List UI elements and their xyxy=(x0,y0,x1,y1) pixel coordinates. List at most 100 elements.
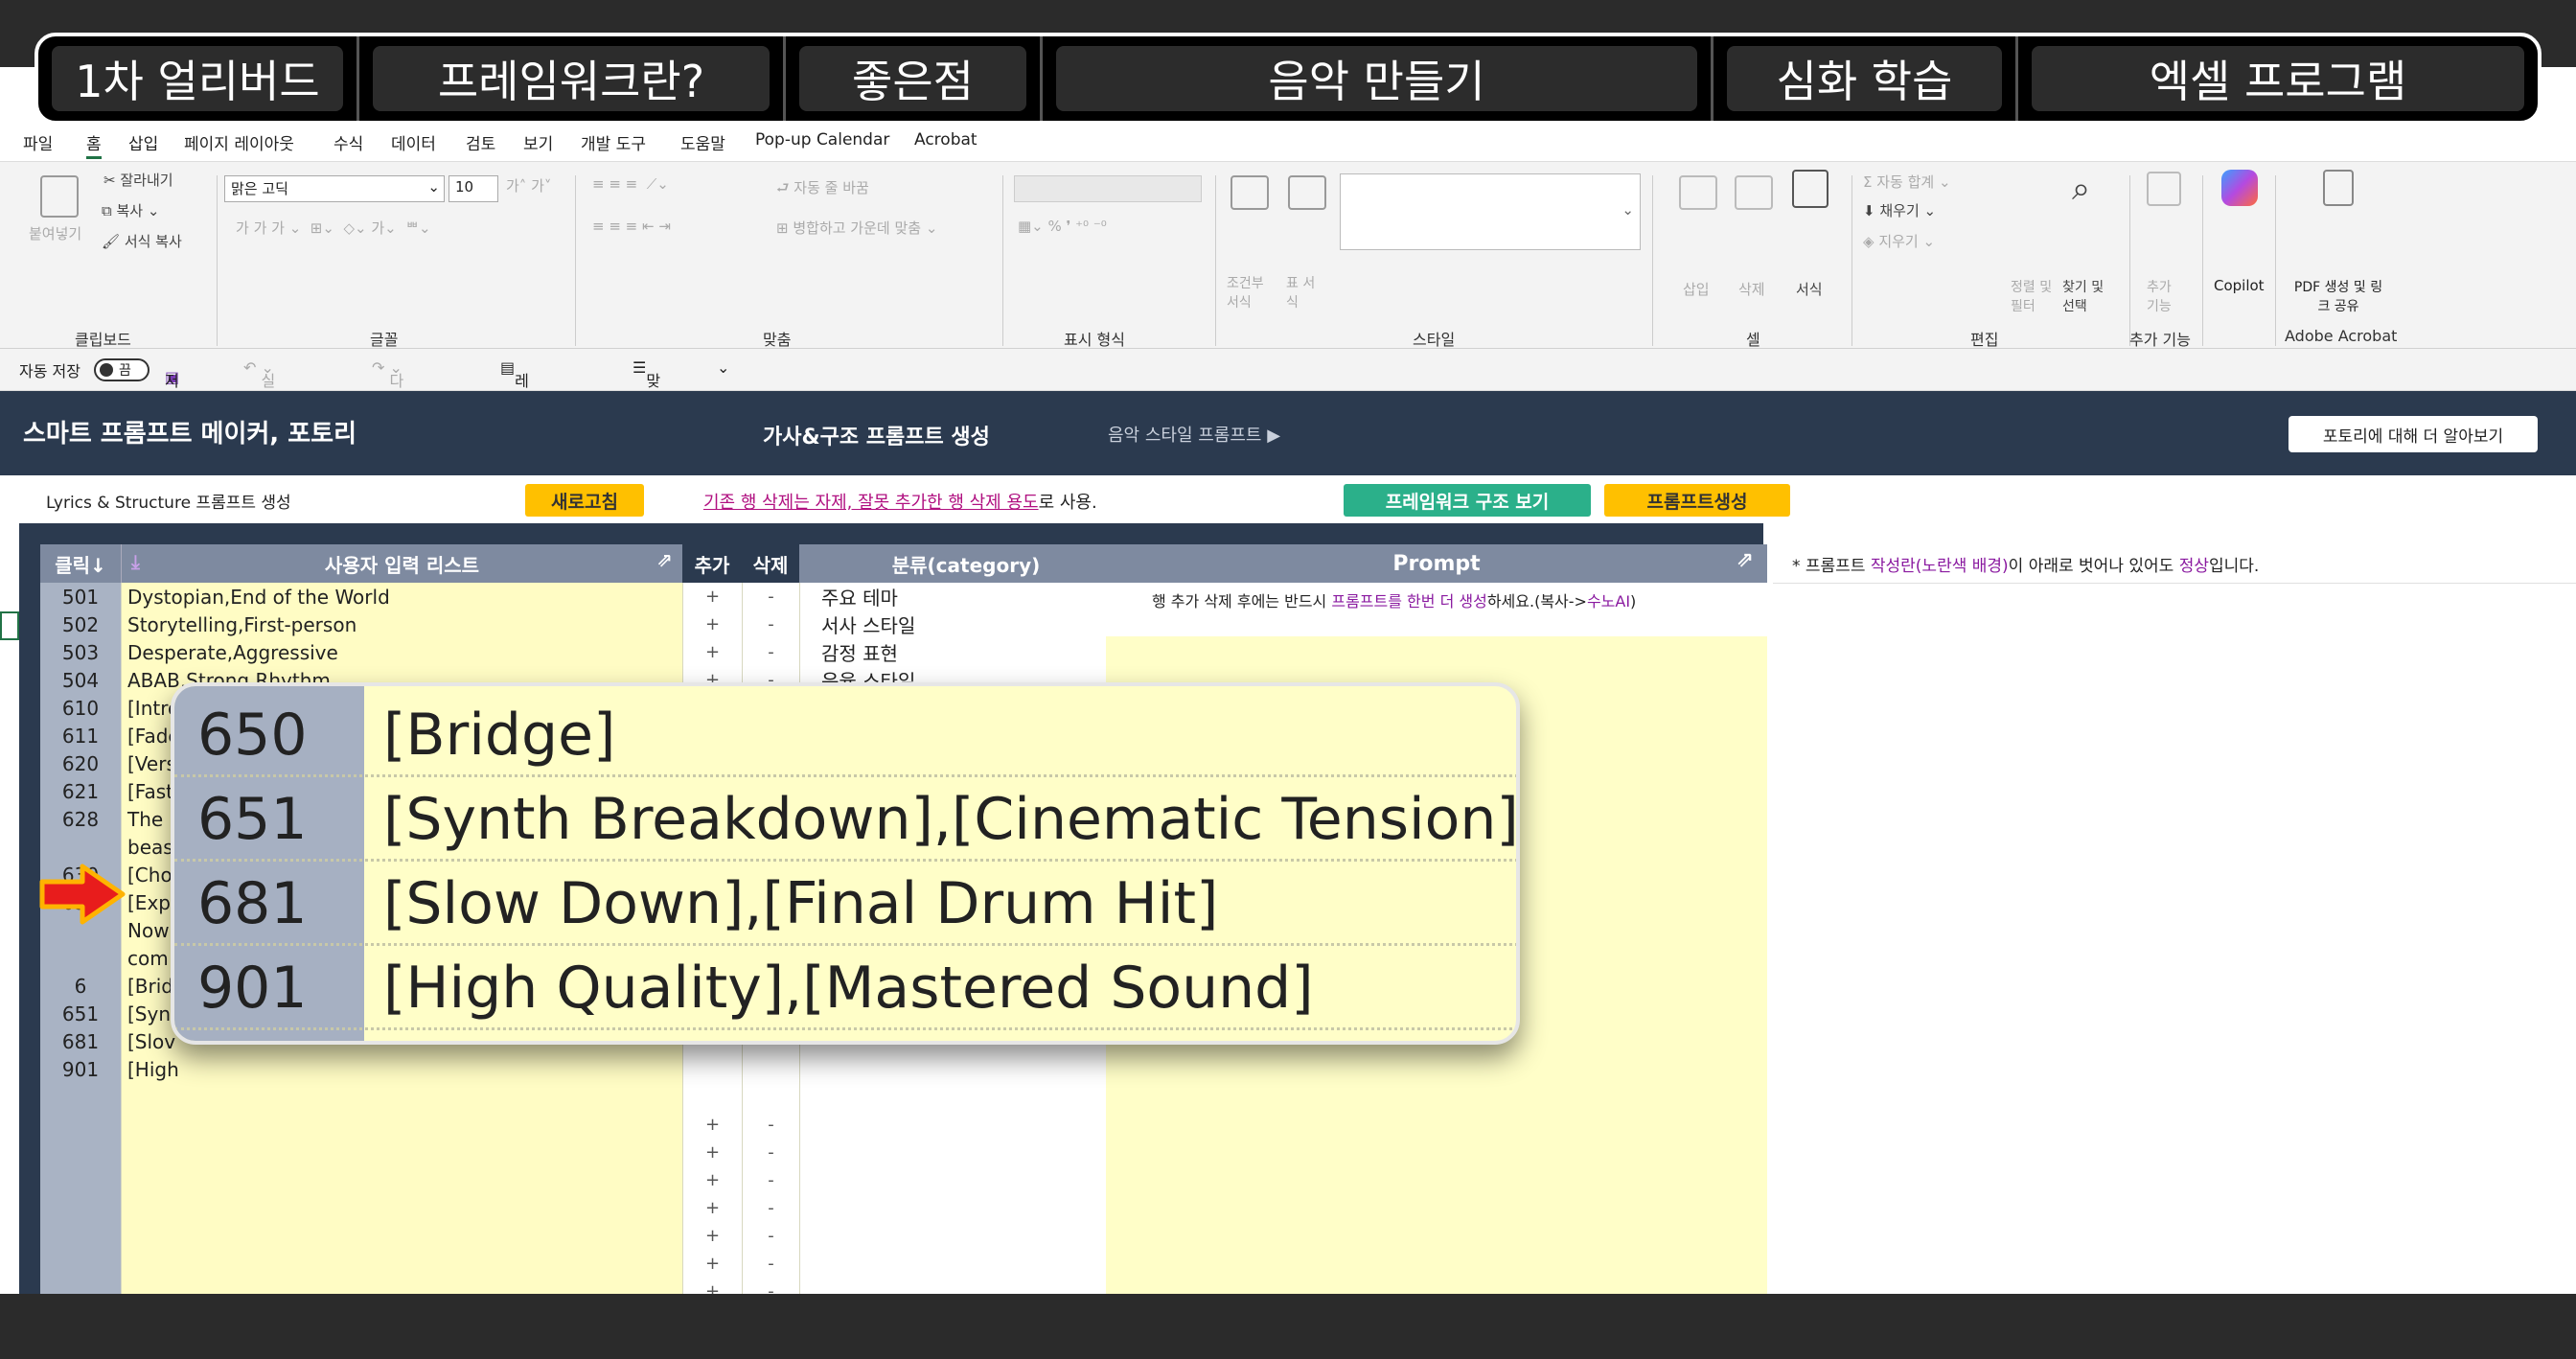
refresh-button[interactable]: 새로고침 xyxy=(525,484,644,517)
export-prompt-icon[interactable]: ⇗ xyxy=(1736,548,1754,572)
vertical-align-icons[interactable]: ≡ ≡ ≡ ⟋⌄ xyxy=(592,175,669,193)
cut-button[interactable]: ✂ 잘라내기 xyxy=(104,170,173,190)
chapter-tab-framework[interactable]: 프레임워크란? xyxy=(359,36,786,121)
user-input-cell[interactable] xyxy=(121,1139,682,1166)
user-input-cell[interactable]: Dystopian,End of the World xyxy=(121,583,682,610)
font-grow-icon[interactable]: 가˄ 가˅ xyxy=(506,175,551,196)
export-icon[interactable]: ⇗ xyxy=(656,548,673,571)
view-framework-button[interactable]: 프레임워크 구조 보기 xyxy=(1344,484,1591,517)
format-cells-icon[interactable] xyxy=(1792,170,1828,208)
conditional-format-icon[interactable] xyxy=(1230,175,1269,210)
tab-insert[interactable]: 삽입 xyxy=(128,130,158,154)
chapter-tab-excel[interactable]: 엑셀 프로그램 xyxy=(2018,36,2538,121)
tab-review[interactable]: 검토 xyxy=(466,130,495,154)
sort-filter-label[interactable]: 정렬 및 필터 xyxy=(2011,277,2060,315)
find-select-label[interactable]: 찾기 및 선택 xyxy=(2062,277,2120,315)
record-manage-button[interactable]: ▤ 레코드 관리 xyxy=(500,358,529,482)
learn-more-button[interactable]: 포토리에 대해 더 알아보기 xyxy=(2288,416,2538,452)
wrap-text-button[interactable]: ⮐ 자동 줄 바꿈 xyxy=(776,177,869,202)
autosum-button[interactable]: Σ 자동 합계 ⌄ xyxy=(1863,172,1951,192)
redo-button[interactable]: ↷ 다시 실행 ⌄ xyxy=(372,358,403,459)
tab-page-layout[interactable]: 페이지 레이아웃 xyxy=(184,130,294,154)
user-input-cell[interactable] xyxy=(121,1250,682,1278)
copy-button[interactable]: ⧉ 복사 ⌄ xyxy=(102,200,159,220)
add-row-cell[interactable]: + xyxy=(682,1166,742,1194)
delete-row-cell[interactable]: - xyxy=(742,1222,799,1250)
chapter-tab-advanced[interactable]: 심화 학습 xyxy=(1714,36,2018,121)
user-input-cell[interactable] xyxy=(121,1111,682,1139)
delete-row-cell[interactable]: - xyxy=(742,583,799,610)
copilot-icon[interactable] xyxy=(2221,170,2258,206)
add-row-cell[interactable]: + xyxy=(682,1194,742,1222)
user-input-cell[interactable]: Desperate,Aggressive xyxy=(121,638,682,666)
customize-qat-icon[interactable]: ⌄ xyxy=(717,358,729,377)
bold-italic-underline-icons[interactable]: 가 가 가 ⌄ ⊞⌄ ◇⌄ 가⌄ ᄈ⌄ xyxy=(236,218,431,238)
delete-row-cell[interactable]: - xyxy=(742,1139,799,1166)
col-header-click[interactable]: 클릭↓ xyxy=(40,544,121,583)
delete-row-cell[interactable]: - xyxy=(742,1278,799,1294)
tab-data[interactable]: 데이터 xyxy=(391,130,436,154)
horizontal-align-icons[interactable]: ≡ ≡ ≡ ⇤ ⇥ xyxy=(592,218,671,235)
format-painter-button[interactable]: 🖌 서식 복사 xyxy=(102,231,182,251)
delete-cells-icon[interactable] xyxy=(1735,175,1773,210)
tab-developer[interactable]: 개발 도구 xyxy=(581,130,646,154)
user-input-cell[interactable] xyxy=(121,1166,682,1194)
tab-lyrics-structure[interactable]: 가사&구조 프롬프트 생성 xyxy=(763,420,990,450)
paste-icon[interactable] xyxy=(40,175,79,218)
chapter-tab-make-music[interactable]: 음악 만들기 xyxy=(1043,36,1714,121)
tab-file[interactable]: 파일 xyxy=(23,130,53,154)
font-name-select[interactable]: 맑은 고딕 ⌄ xyxy=(224,175,445,202)
font-size-select[interactable]: 10 xyxy=(448,175,498,202)
add-row-cell[interactable]: + xyxy=(682,638,742,666)
delete-row-cell[interactable]: - xyxy=(742,638,799,666)
gallery-expand-icon[interactable]: ⌄ xyxy=(1622,201,1634,219)
user-input-cell[interactable] xyxy=(121,1222,682,1250)
tab-popup-calendar[interactable]: Pop-up Calendar xyxy=(755,130,889,150)
tab-view[interactable]: 보기 xyxy=(523,130,553,154)
undo-button[interactable]: ↶ 실행 취소 ⌄ xyxy=(243,358,275,459)
user-input-cell[interactable]: Storytelling,First-person xyxy=(121,610,682,638)
add-row-cell[interactable]: + xyxy=(682,1139,742,1166)
download-icon[interactable]: ⤓ xyxy=(131,550,140,573)
chapter-tab-early-bird[interactable]: 1차 얼리버드 xyxy=(38,36,359,121)
add-row-cell[interactable] xyxy=(682,1055,742,1083)
clear-button[interactable]: ◈ 지우기 ⌄ xyxy=(1863,231,1935,251)
delete-row-cell[interactable]: - xyxy=(742,1166,799,1194)
delete-row-cell[interactable]: - xyxy=(742,1111,799,1139)
number-format-icons[interactable]: ▦⌄ % ❜ ⁺⁰ ⁻⁰ xyxy=(1018,218,1107,235)
chapter-tab-benefits[interactable]: 좋은점 xyxy=(786,36,1043,121)
delete-row-cell[interactable]: - xyxy=(742,1250,799,1278)
number-format-select[interactable] xyxy=(1014,175,1202,202)
add-row-cell[interactable]: + xyxy=(682,610,742,638)
delete-row-cell[interactable]: - xyxy=(742,610,799,638)
tab-music-style[interactable]: 음악 스타일 프롬프트 ▶ xyxy=(1108,422,1280,447)
add-row-cell[interactable] xyxy=(682,1083,742,1111)
tab-formulas[interactable]: 수식 xyxy=(334,130,363,154)
user-input-cell[interactable] xyxy=(121,1194,682,1222)
add-row-cell[interactable]: + xyxy=(682,1250,742,1278)
cell-styles-gallery[interactable]: ⌄ xyxy=(1340,173,1641,250)
insert-cells-icon[interactable] xyxy=(1679,175,1717,210)
delete-row-cell[interactable] xyxy=(742,1055,799,1083)
delete-row-cell[interactable]: - xyxy=(742,1194,799,1222)
autosave-toggle[interactable]: 끔 xyxy=(94,358,150,381)
user-input-cell[interactable]: [High xyxy=(121,1055,682,1083)
table-format-icon[interactable] xyxy=(1288,175,1326,210)
add-row-cell[interactable]: + xyxy=(682,583,742,610)
user-input-cell[interactable] xyxy=(121,1278,682,1294)
copilot-label[interactable]: Copilot xyxy=(2214,277,2265,294)
merge-center-button[interactable]: ⊞ 병합하고 가운데 맞춤 ⌄ xyxy=(776,218,937,238)
add-ins-icon[interactable] xyxy=(2147,172,2181,206)
pdf-icon[interactable] xyxy=(2323,170,2354,206)
add-row-cell[interactable]: + xyxy=(682,1222,742,1250)
fit-button[interactable]: ☰ 맞춤 xyxy=(632,358,660,413)
add-row-cell[interactable]: + xyxy=(682,1111,742,1139)
user-input-cell[interactable] xyxy=(121,1083,682,1111)
tab-acrobat[interactable]: Acrobat xyxy=(914,130,978,150)
generate-prompt-button[interactable]: 프롬프트생성 xyxy=(1604,484,1790,517)
add-row-cell[interactable]: + xyxy=(682,1278,742,1294)
delete-row-cell[interactable] xyxy=(742,1083,799,1111)
fill-button[interactable]: ⬇ 채우기 ⌄ xyxy=(1863,200,1936,220)
tab-help[interactable]: 도움말 xyxy=(680,130,725,154)
tab-home[interactable]: 홈 xyxy=(86,130,102,159)
